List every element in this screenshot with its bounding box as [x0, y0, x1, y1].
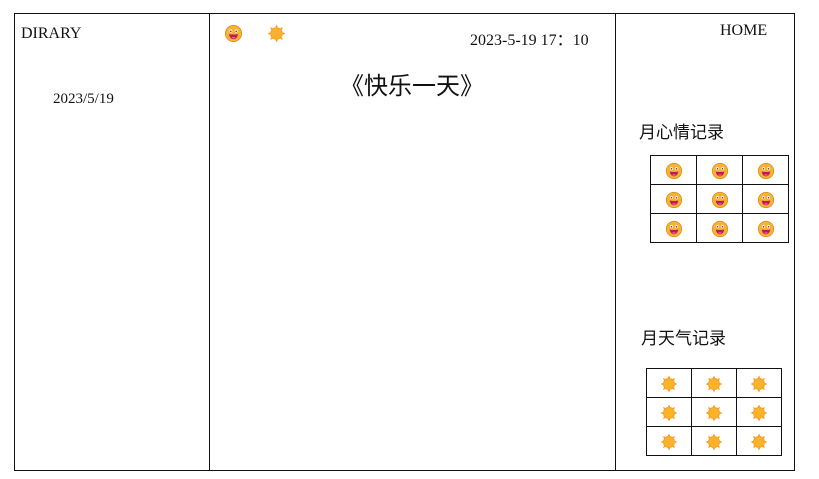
- weather-day-cell[interactable]: [736, 368, 782, 398]
- entry-title[interactable]: 《快乐一天》: [340, 66, 484, 101]
- right-column-divider: [615, 13, 616, 471]
- mood-day-cell[interactable]: [742, 213, 789, 243]
- mood-day-cell[interactable]: [696, 155, 743, 185]
- grinning-face-icon: [757, 191, 775, 209]
- grinning-face-icon: [665, 191, 683, 209]
- sun-icon: [750, 404, 768, 422]
- sun-icon[interactable]: [267, 24, 286, 43]
- home-link[interactable]: HOME: [720, 22, 767, 40]
- grinning-face-icon: [711, 162, 729, 180]
- sun-icon: [750, 433, 768, 451]
- weather-day-cell[interactable]: [646, 426, 692, 456]
- grinning-face-icon[interactable]: [224, 24, 243, 43]
- sun-icon: [705, 404, 723, 422]
- monthly-mood-grid: [650, 155, 789, 243]
- mood-day-cell[interactable]: [742, 184, 789, 214]
- weather-day-cell[interactable]: [691, 368, 737, 398]
- sun-icon: [750, 375, 768, 393]
- grinning-face-icon: [711, 220, 729, 238]
- weather-day-cell[interactable]: [736, 426, 782, 456]
- weather-day-cell[interactable]: [736, 397, 782, 427]
- sun-icon: [705, 433, 723, 451]
- monthly-weather-grid: [646, 368, 782, 456]
- mood-day-row: [650, 155, 789, 185]
- mood-day-row: [650, 184, 789, 214]
- grinning-face-icon: [665, 220, 683, 238]
- weather-day-cell[interactable]: [646, 397, 692, 427]
- monthly-mood-title: 月心情记录: [639, 123, 724, 143]
- monthly-weather-title: 月天气记录: [641, 329, 726, 349]
- mood-day-cell[interactable]: [650, 155, 697, 185]
- weather-day-cell[interactable]: [691, 397, 737, 427]
- app-brand: DIRARY: [21, 25, 82, 42]
- grinning-face-icon: [665, 162, 683, 180]
- sun-icon: [705, 375, 723, 393]
- mood-day-cell[interactable]: [696, 184, 743, 214]
- sun-icon: [660, 404, 678, 422]
- sidebar-date: 2023/5/19: [53, 91, 114, 107]
- grinning-face-icon: [711, 191, 729, 209]
- mood-day-row: [650, 213, 789, 243]
- mood-day-cell[interactable]: [650, 184, 697, 214]
- weather-day-row: [646, 368, 782, 398]
- mood-day-cell[interactable]: [696, 213, 743, 243]
- weather-day-cell[interactable]: [691, 426, 737, 456]
- grinning-face-icon: [757, 162, 775, 180]
- weather-day-row: [646, 426, 782, 456]
- mood-day-cell[interactable]: [650, 213, 697, 243]
- left-column-divider: [209, 13, 210, 471]
- entry-datetime: 2023-5-19 17：10: [470, 32, 589, 49]
- weather-day-row: [646, 397, 782, 427]
- sun-icon: [660, 433, 678, 451]
- mood-day-cell[interactable]: [742, 155, 789, 185]
- grinning-face-icon: [757, 220, 775, 238]
- weather-day-cell[interactable]: [646, 368, 692, 398]
- sun-icon: [660, 375, 678, 393]
